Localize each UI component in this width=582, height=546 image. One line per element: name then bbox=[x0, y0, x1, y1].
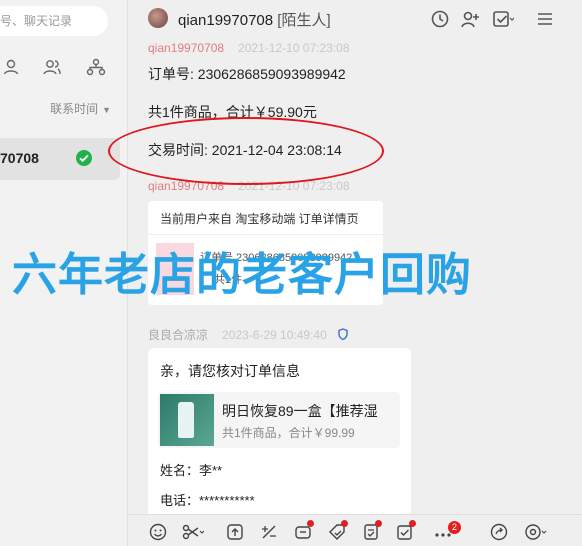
menu-icon[interactable] bbox=[536, 9, 556, 29]
order-summary: 共1件商品，合计￥59.90元 bbox=[148, 104, 317, 120]
check-circle-icon bbox=[76, 150, 92, 166]
sender-name: qian19970708 bbox=[148, 41, 225, 55]
chat-title: qian19970708 [陌生人] bbox=[178, 9, 331, 30]
divider bbox=[148, 234, 383, 235]
contact-item-selected[interactable]: 70708 bbox=[0, 138, 120, 180]
share-icon[interactable] bbox=[490, 523, 508, 541]
order-confirm-card: 亲，请您核对订单信息 明日恢复89一盒【推荐湿 共1件商品，合计￥99.99 姓… bbox=[148, 348, 411, 520]
trade-time: 交易时间: 2021-12-04 23:08:14 bbox=[148, 142, 342, 158]
message-time: 2021-12-10 07:23:08 bbox=[238, 179, 350, 193]
product-item[interactable]: 明日恢复89一盒【推荐湿 共1件商品，合计￥99.99 bbox=[158, 392, 400, 448]
invoice-icon[interactable] bbox=[362, 520, 382, 541]
history-icon[interactable] bbox=[430, 9, 450, 29]
product-summary: 共1件商品，合计￥99.99 bbox=[222, 426, 355, 440]
org-icon[interactable] bbox=[86, 58, 106, 78]
input-toolbar: 2 bbox=[128, 514, 582, 546]
task-check-icon[interactable] bbox=[492, 9, 515, 29]
upload-icon[interactable] bbox=[226, 523, 244, 541]
settings-icon[interactable] bbox=[524, 523, 547, 541]
order-card-title: 当前用户来自 淘宝移动端 订单详情页 bbox=[160, 212, 359, 226]
message-header: qian19970708 2021-12-10 07:23:08 bbox=[148, 179, 350, 193]
add-friend-icon[interactable] bbox=[460, 9, 480, 29]
sort-dropdown[interactable]: 联系时间 ▼ bbox=[50, 100, 111, 117]
search-input[interactable]: 号、聊天记录 bbox=[0, 6, 108, 36]
message-time: 2021-12-10 07:23:08 bbox=[238, 41, 350, 55]
task-add-icon[interactable] bbox=[396, 520, 416, 541]
sender-name: qian19970708 bbox=[148, 179, 225, 193]
chat-username: qian19970708 bbox=[178, 12, 274, 29]
stranger-tag: [陌生人] bbox=[277, 12, 331, 29]
sender-name: 良良合凉凉 bbox=[148, 328, 209, 342]
sort-label: 联系时间 bbox=[50, 102, 99, 116]
message-header: qian19970708 2021-12-10 07:23:08 bbox=[148, 41, 350, 55]
product-image bbox=[160, 394, 214, 446]
recipient-phone: 电话：*********** bbox=[160, 493, 255, 508]
order-number: 订单号: 2306286859093989942 bbox=[148, 66, 346, 82]
scissors-icon[interactable] bbox=[182, 523, 205, 541]
product-name: 明日恢复89一盒【推荐湿 bbox=[222, 403, 378, 419]
coupon-icon[interactable] bbox=[294, 520, 314, 541]
shield-icon bbox=[338, 328, 348, 343]
recipient-name: 姓名：李** bbox=[160, 463, 223, 478]
group-icon[interactable] bbox=[42, 58, 62, 78]
overlay-caption: 六年老店的老客户回购 bbox=[12, 248, 473, 301]
chat-header: qian19970708 [陌生人] bbox=[128, 0, 582, 38]
chevron-down-icon: ▼ bbox=[102, 105, 111, 115]
confirm-question: 亲，请您核对订单信息 bbox=[160, 363, 300, 379]
notification-badge: 2 bbox=[448, 521, 461, 534]
user-icon[interactable] bbox=[2, 58, 22, 78]
message-time: 2023-6-29 10:49:40 bbox=[222, 328, 327, 342]
discount-icon[interactable] bbox=[260, 523, 278, 541]
message-header: 良良合凉凉 2023-6-29 10:49:40 bbox=[148, 326, 348, 343]
emoji-icon[interactable] bbox=[149, 523, 167, 541]
contact-name: 70708 bbox=[0, 150, 39, 166]
sidebar-nav bbox=[0, 58, 128, 78]
tag-icon[interactable] bbox=[328, 520, 348, 541]
avatar[interactable] bbox=[148, 8, 168, 28]
